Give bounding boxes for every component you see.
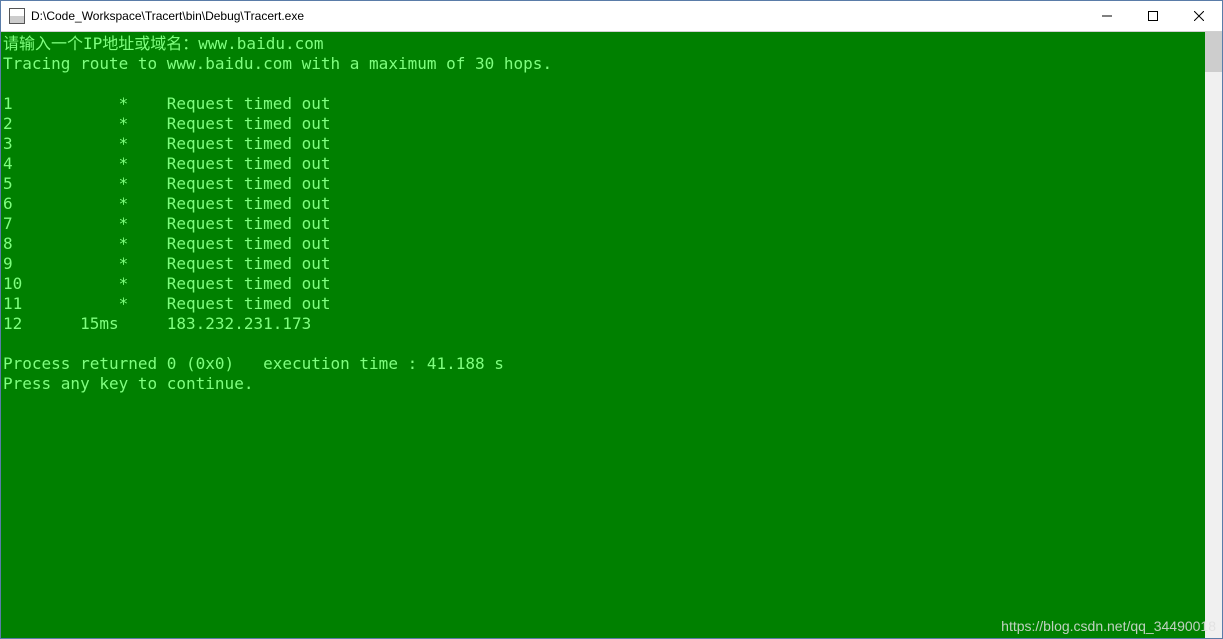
minimize-icon <box>1102 11 1112 21</box>
titlebar[interactable]: D:\Code_Workspace\Tracert\bin\Debug\Trac… <box>1 1 1222 32</box>
close-icon <box>1194 11 1204 21</box>
window-controls <box>1084 1 1222 31</box>
close-button[interactable] <box>1176 1 1222 31</box>
app-window: D:\Code_Workspace\Tracert\bin\Debug\Trac… <box>0 0 1223 639</box>
vertical-scrollbar[interactable] <box>1205 32 1222 638</box>
app-icon <box>9 8 25 24</box>
minimize-button[interactable] <box>1084 1 1130 31</box>
scroll-thumb[interactable] <box>1205 32 1222 72</box>
window-title: D:\Code_Workspace\Tracert\bin\Debug\Trac… <box>31 9 1084 23</box>
console-output[interactable]: 请输入一个IP地址或域名：www.baidu.com Tracing route… <box>1 32 1205 638</box>
maximize-button[interactable] <box>1130 1 1176 31</box>
maximize-icon <box>1148 11 1158 21</box>
client-area: 请输入一个IP地址或域名：www.baidu.com Tracing route… <box>1 32 1222 638</box>
